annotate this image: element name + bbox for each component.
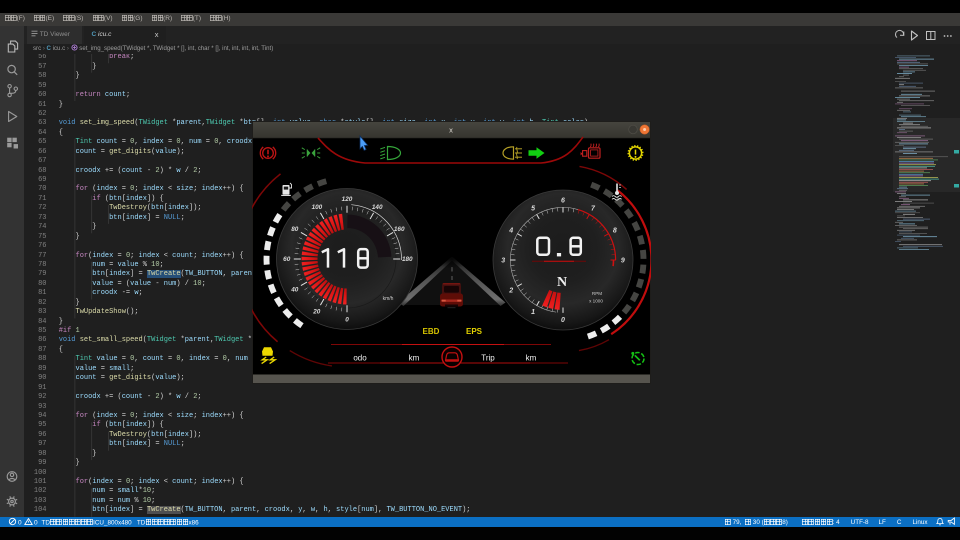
svg-text:60: 60: [283, 256, 291, 263]
svg-text:20: 20: [312, 308, 321, 315]
svg-text:8: 8: [613, 228, 617, 235]
svg-text:6: 6: [561, 198, 565, 205]
svg-text:km: km: [526, 354, 537, 363]
svg-text:odo: odo: [353, 354, 367, 363]
svg-text:3: 3: [501, 257, 505, 264]
svg-text:9: 9: [621, 257, 625, 264]
svg-text:5: 5: [531, 206, 535, 213]
svg-text:EPS: EPS: [466, 327, 483, 336]
svg-text:0: 0: [561, 317, 565, 324]
svg-text:160: 160: [394, 226, 405, 233]
svg-text:0: 0: [345, 317, 349, 324]
svg-text:80: 80: [291, 226, 299, 233]
svg-text:40: 40: [290, 286, 299, 293]
svg-text:180: 180: [402, 256, 413, 263]
svg-text:100: 100: [312, 204, 323, 211]
svg-text:0: 0: [34, 519, 38, 526]
svg-text:km: km: [409, 354, 420, 363]
svg-text:RPM: RPM: [592, 291, 602, 296]
svg-text:x 1000: x 1000: [589, 299, 603, 304]
svg-text:1: 1: [531, 309, 535, 316]
svg-text:Trip: Trip: [481, 354, 495, 363]
svg-text:0: 0: [18, 519, 22, 526]
svg-text:km/h: km/h: [383, 296, 394, 302]
svg-text:140: 140: [372, 204, 383, 211]
svg-text:120: 120: [342, 196, 353, 203]
svg-text:x: x: [449, 126, 453, 135]
svg-text:2: 2: [508, 287, 513, 294]
svg-text:N: N: [557, 275, 567, 290]
svg-text:4: 4: [508, 228, 513, 235]
svg-text:EBD: EBD: [423, 327, 440, 336]
